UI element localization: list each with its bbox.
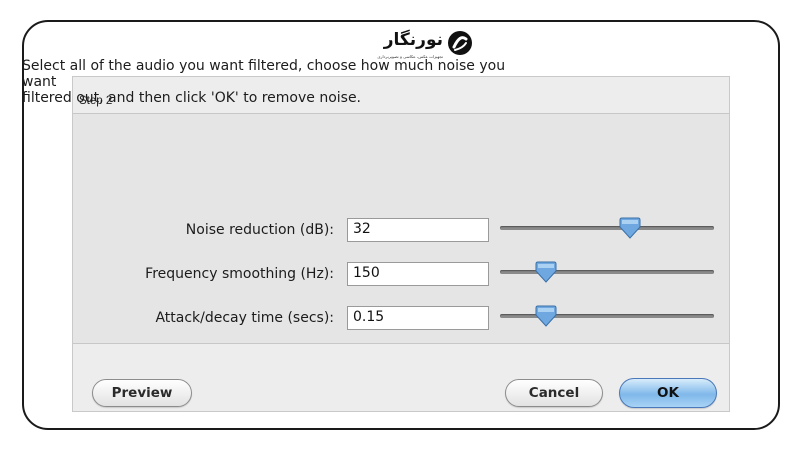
instructions-line: Select all of the audio you want filtere… <box>22 58 506 74</box>
attack-decay-slider[interactable] <box>500 305 714 329</box>
noorangar-logo-icon <box>448 31 472 55</box>
noise-removal-dialog: Step 2 <box>72 76 730 412</box>
slider-track <box>500 270 714 274</box>
slider-track <box>500 314 714 318</box>
noise-reduction-slider[interactable] <box>500 217 714 241</box>
slider-thumb-icon[interactable] <box>618 217 642 239</box>
instructions-line: want <box>22 74 57 90</box>
noise-reduction-field[interactable]: 32 <box>347 218 489 242</box>
slider-track <box>500 226 714 230</box>
frequency-smoothing-label: Frequency smoothing (Hz): <box>145 266 334 282</box>
slider-thumb-icon[interactable] <box>534 305 558 327</box>
frequency-smoothing-slider[interactable] <box>500 261 714 285</box>
preview-button[interactable]: Preview <box>92 379 192 407</box>
logo-text: نورنگار <box>383 30 443 50</box>
attack-decay-label: Attack/decay time (secs): <box>155 310 334 326</box>
slider-thumb-icon[interactable] <box>534 261 558 283</box>
instructions-line: filtered out, and then click 'OK' to rem… <box>22 90 362 106</box>
instructions-text: Select all of the audio you want filtere… <box>22 58 652 106</box>
ok-button[interactable]: OK <box>619 378 717 408</box>
attack-decay-field[interactable]: 0.15 <box>347 306 489 330</box>
frequency-smoothing-field[interactable]: 150 <box>347 262 489 286</box>
cancel-button[interactable]: Cancel <box>505 379 603 407</box>
noise-reduction-label: Noise reduction (dB): <box>185 222 334 238</box>
